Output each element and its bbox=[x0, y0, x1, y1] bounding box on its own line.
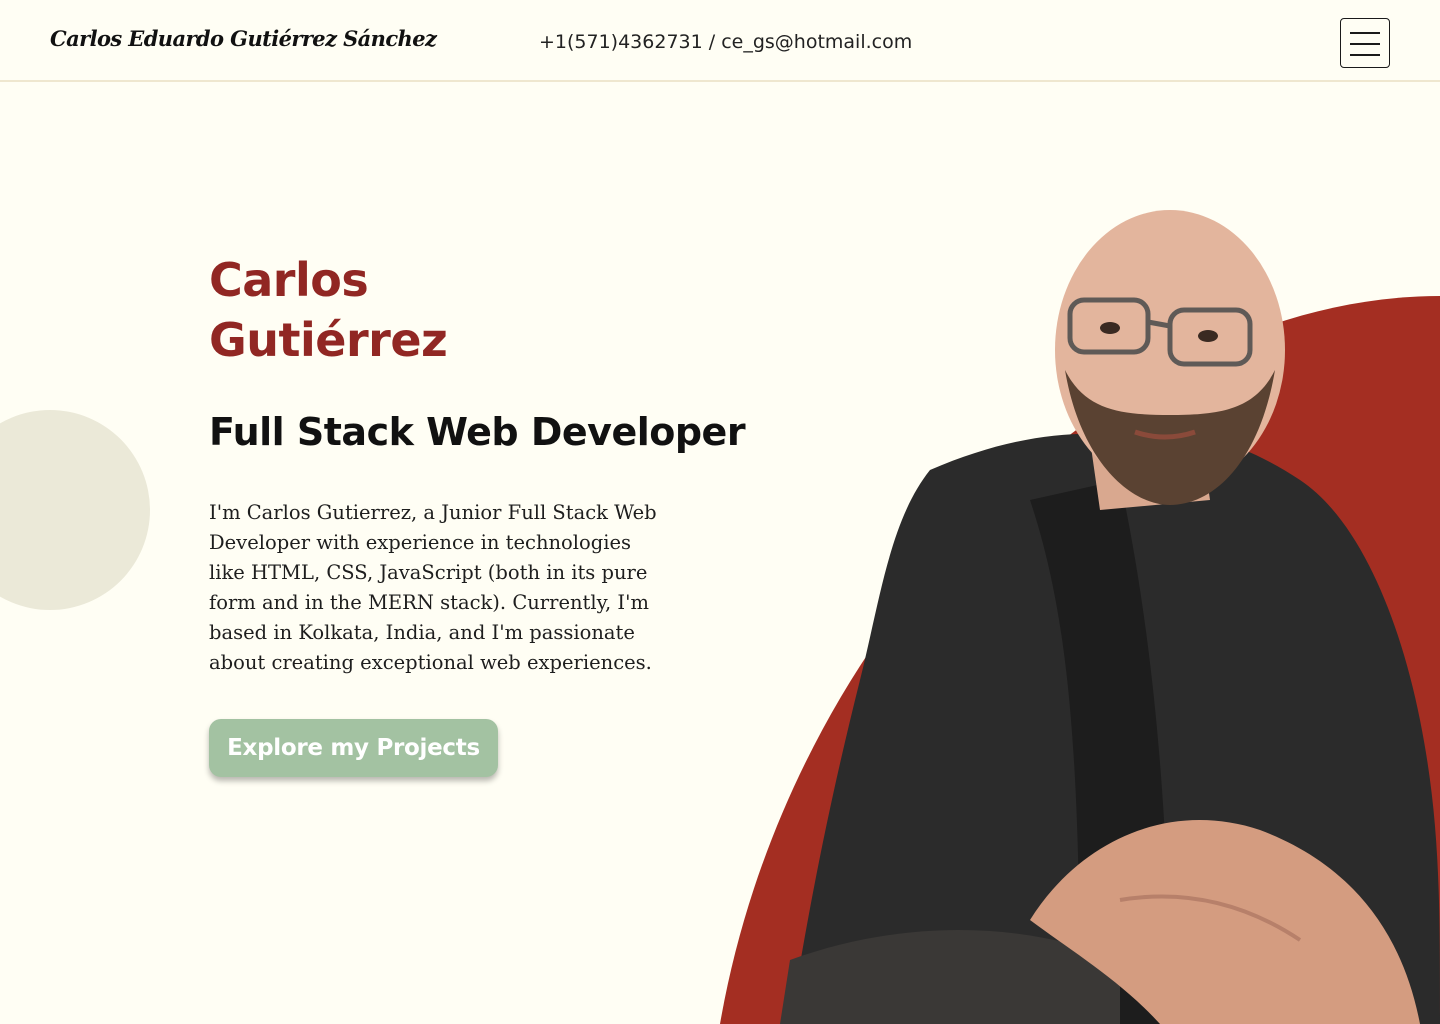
hamburger-menu-icon-line bbox=[1350, 54, 1380, 56]
hero-first-name: Carlos bbox=[209, 253, 369, 307]
hero-last-name: Gutiérrez bbox=[209, 313, 448, 367]
hero-bio: I'm Carlos Gutierrez, a Junior Full Stac… bbox=[209, 501, 657, 674]
decorative-circle bbox=[0, 410, 150, 610]
profile-photo-area bbox=[700, 200, 1440, 1024]
hero-role: Full Stack Web Developer bbox=[209, 410, 746, 454]
hero-name: Carlos Gutiérrez bbox=[209, 250, 448, 370]
profile-photo bbox=[720, 210, 1440, 1024]
hamburger-menu-icon-line bbox=[1350, 43, 1380, 45]
explore-projects-button[interactable]: Explore my Projects bbox=[209, 719, 498, 777]
portrait-eye-right bbox=[1198, 330, 1218, 342]
brand-logo-text[interactable]: Carlos Eduardo Gutiérrez Sánchez bbox=[50, 26, 437, 51]
hamburger-menu-button[interactable] bbox=[1340, 18, 1390, 68]
top-navbar: Carlos Eduardo Gutiérrez Sánchez +1(571)… bbox=[0, 0, 1440, 82]
hamburger-menu-icon bbox=[1350, 32, 1380, 34]
portrait-eye-left bbox=[1100, 322, 1120, 334]
contact-info: +1(571)4362731 / ce_gs@hotmail.com bbox=[539, 31, 913, 53]
